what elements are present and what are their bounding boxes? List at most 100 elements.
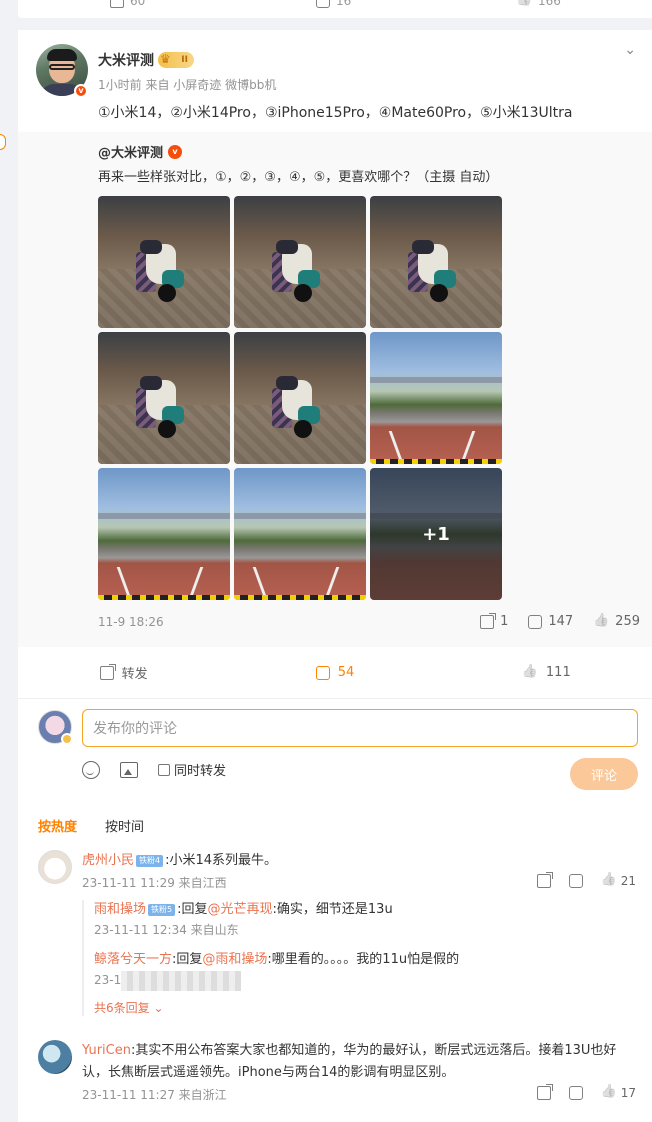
repost-comment[interactable]: 147 bbox=[528, 614, 573, 629]
emoji-icon[interactable] bbox=[82, 760, 100, 779]
author-name-row: 大米评测 II bbox=[98, 50, 194, 70]
share-icon[interactable] bbox=[536, 1084, 553, 1100]
commenter-name[interactable]: 虎州小民 bbox=[82, 853, 134, 868]
comment-actions: 17 bbox=[536, 1084, 636, 1100]
tab-sort-hot[interactable]: 按热度 bbox=[38, 816, 77, 835]
replier-name[interactable]: 鲸落兮天一方 bbox=[94, 952, 172, 967]
comment-button[interactable]: 54 bbox=[229, 647, 440, 698]
commenter-avatar[interactable] bbox=[38, 850, 72, 884]
comment-count: 54 bbox=[337, 665, 355, 680]
more-photos-count: +1 bbox=[370, 468, 502, 600]
comment-like[interactable]: 17 bbox=[601, 1086, 636, 1100]
share-icon bbox=[480, 612, 497, 629]
repost-share[interactable]: 1 bbox=[480, 612, 509, 629]
repost-author-row: @大米评测 v bbox=[98, 142, 183, 161]
verified-icon: v bbox=[168, 144, 183, 159]
repost-like-count: 259 bbox=[615, 614, 640, 629]
image-icon[interactable] bbox=[120, 761, 138, 778]
photo-grid: +1 bbox=[98, 196, 503, 600]
like-icon bbox=[593, 615, 609, 629]
prev-share[interactable]: 60 bbox=[110, 0, 145, 8]
photo-thumb[interactable] bbox=[234, 468, 366, 600]
reply-prefix: :回复 bbox=[172, 952, 203, 967]
share-icon[interactable] bbox=[536, 872, 553, 888]
prev-like-count: 166 bbox=[538, 0, 561, 8]
photo-thumb-more[interactable]: +1 bbox=[370, 468, 502, 600]
repost-label: 转发 bbox=[121, 667, 148, 682]
comment-like[interactable]: 21 bbox=[601, 874, 636, 888]
post-card: v 大米评测 II 1小时前 来自 小屏奇迹 微博bb机 ⌄ ①小米14，②小米… bbox=[18, 30, 652, 1122]
also-repost-label: 同时转发 bbox=[174, 764, 227, 779]
my-avatar bbox=[38, 710, 73, 745]
repost-block[interactable]: @大米评测 v 再来一些样张对比，①，②，③，④，⑤，更喜欢哪个？（主摄 自动）… bbox=[18, 132, 652, 647]
comment-actions: 21 bbox=[536, 872, 636, 888]
verified-badge-icon: v bbox=[74, 84, 88, 98]
prev-like[interactable]: 166 bbox=[516, 0, 561, 8]
more-replies-label: 共6条回复 bbox=[94, 1000, 150, 1015]
comment-icon bbox=[528, 614, 543, 629]
also-repost-checkbox[interactable]: 同时转发 bbox=[158, 760, 226, 779]
photo-thumb[interactable] bbox=[98, 468, 230, 600]
tab-sort-time[interactable]: 按时间 bbox=[105, 816, 144, 835]
post-meta: 1小时前 来自 小屏奇迹 微博bb机 bbox=[98, 78, 277, 92]
comment-input[interactable]: 发布你的评论 bbox=[82, 709, 638, 747]
prev-share-count: 60 bbox=[130, 0, 146, 8]
photo-thumb[interactable] bbox=[234, 196, 366, 328]
repost-footer: 11-9 18:26 1 147 259 bbox=[98, 612, 640, 629]
photo-thumb[interactable] bbox=[98, 332, 230, 464]
composer-tools: 同时转发 bbox=[82, 760, 638, 779]
share-icon bbox=[99, 663, 116, 680]
like-icon bbox=[601, 1086, 617, 1100]
reply-thread: 雨和操场 铁粉5:回复@光芒再现:确实，细节还是13u 23-11-11 12:3… bbox=[82, 900, 638, 1016]
commenter-avatar[interactable] bbox=[38, 1040, 72, 1074]
membership-badge-icon bbox=[61, 733, 73, 745]
author-name[interactable]: 大米评测 bbox=[98, 50, 154, 70]
comment-like-count: 17 bbox=[620, 1086, 636, 1100]
photo-thumb[interactable] bbox=[370, 332, 502, 464]
repost-time[interactable]: 11-9 18:26 bbox=[98, 615, 460, 629]
replier-name[interactable]: 雨和操场 bbox=[94, 902, 146, 917]
reply-text: :确实，细节还是13u bbox=[272, 902, 393, 917]
prev-comment-count: 16 bbox=[336, 0, 352, 8]
repost-like[interactable]: 259 bbox=[593, 614, 640, 629]
reply-meta: 23-1 bbox=[94, 973, 122, 987]
crown-level-icon: II bbox=[158, 51, 194, 68]
like-icon bbox=[601, 874, 617, 888]
more-replies-link[interactable]: 共6条回复 ⌄ bbox=[94, 999, 638, 1016]
left-rail bbox=[0, 0, 10, 1122]
chevron-down-icon[interactable]: ⌄ bbox=[624, 42, 636, 58]
comment-icon[interactable] bbox=[568, 1086, 583, 1100]
post-text: ①小米14，②小米14Pro，③iPhone15Pro，④Mate60Pro，⑤… bbox=[98, 105, 573, 121]
share-icon bbox=[110, 0, 124, 8]
comment-icon bbox=[316, 0, 330, 8]
mention-link[interactable]: @光芒再现 bbox=[208, 902, 273, 917]
comment-text: :其实不用公布答案大家也都知道的，华为的最好认，断层式远远落后。接着13U也好认… bbox=[82, 1043, 617, 1080]
like-icon bbox=[516, 0, 532, 8]
reply-text: :哪里看的。。。。我的11u怕是假的 bbox=[267, 952, 460, 967]
commenter-name[interactable]: YuriCen bbox=[82, 1043, 131, 1058]
checkbox-icon bbox=[158, 763, 170, 776]
reply-item: 鲸落兮天一方:回复@雨和操场:哪里看的。。。。我的11u怕是假的 bbox=[94, 950, 638, 970]
comment-placeholder: 发布你的评论 bbox=[93, 721, 177, 737]
repost-author[interactable]: @大米评测 bbox=[98, 142, 163, 161]
post-actions: 转发 54 111 bbox=[18, 647, 652, 699]
repost-share-count: 1 bbox=[500, 614, 509, 629]
comment-text: :小米14系列最牛。 bbox=[165, 853, 278, 868]
photo-thumb[interactable] bbox=[370, 196, 502, 328]
like-count: 111 bbox=[545, 665, 571, 680]
comment-icon[interactable] bbox=[568, 874, 583, 888]
repost-button[interactable]: 转发 bbox=[18, 647, 229, 698]
comment-icon bbox=[315, 665, 330, 680]
photo-thumb[interactable] bbox=[98, 196, 230, 328]
comment-meta: 23-11-11 11:29 来自江西 bbox=[82, 876, 227, 890]
loading-placeholder bbox=[121, 970, 242, 991]
submit-comment-button[interactable]: 评论 bbox=[570, 758, 638, 790]
comment-like-count: 21 bbox=[620, 874, 636, 888]
like-button[interactable]: 111 bbox=[441, 647, 652, 698]
repost-comment-count: 147 bbox=[548, 614, 574, 629]
sort-tabs: 按热度 按时间 bbox=[38, 816, 144, 835]
photo-thumb[interactable] bbox=[234, 332, 366, 464]
mention-link[interactable]: @雨和操场 bbox=[202, 952, 267, 967]
prev-comment[interactable]: 16 bbox=[316, 0, 351, 8]
previous-post-footer: 60 16 166 bbox=[18, 0, 652, 18]
